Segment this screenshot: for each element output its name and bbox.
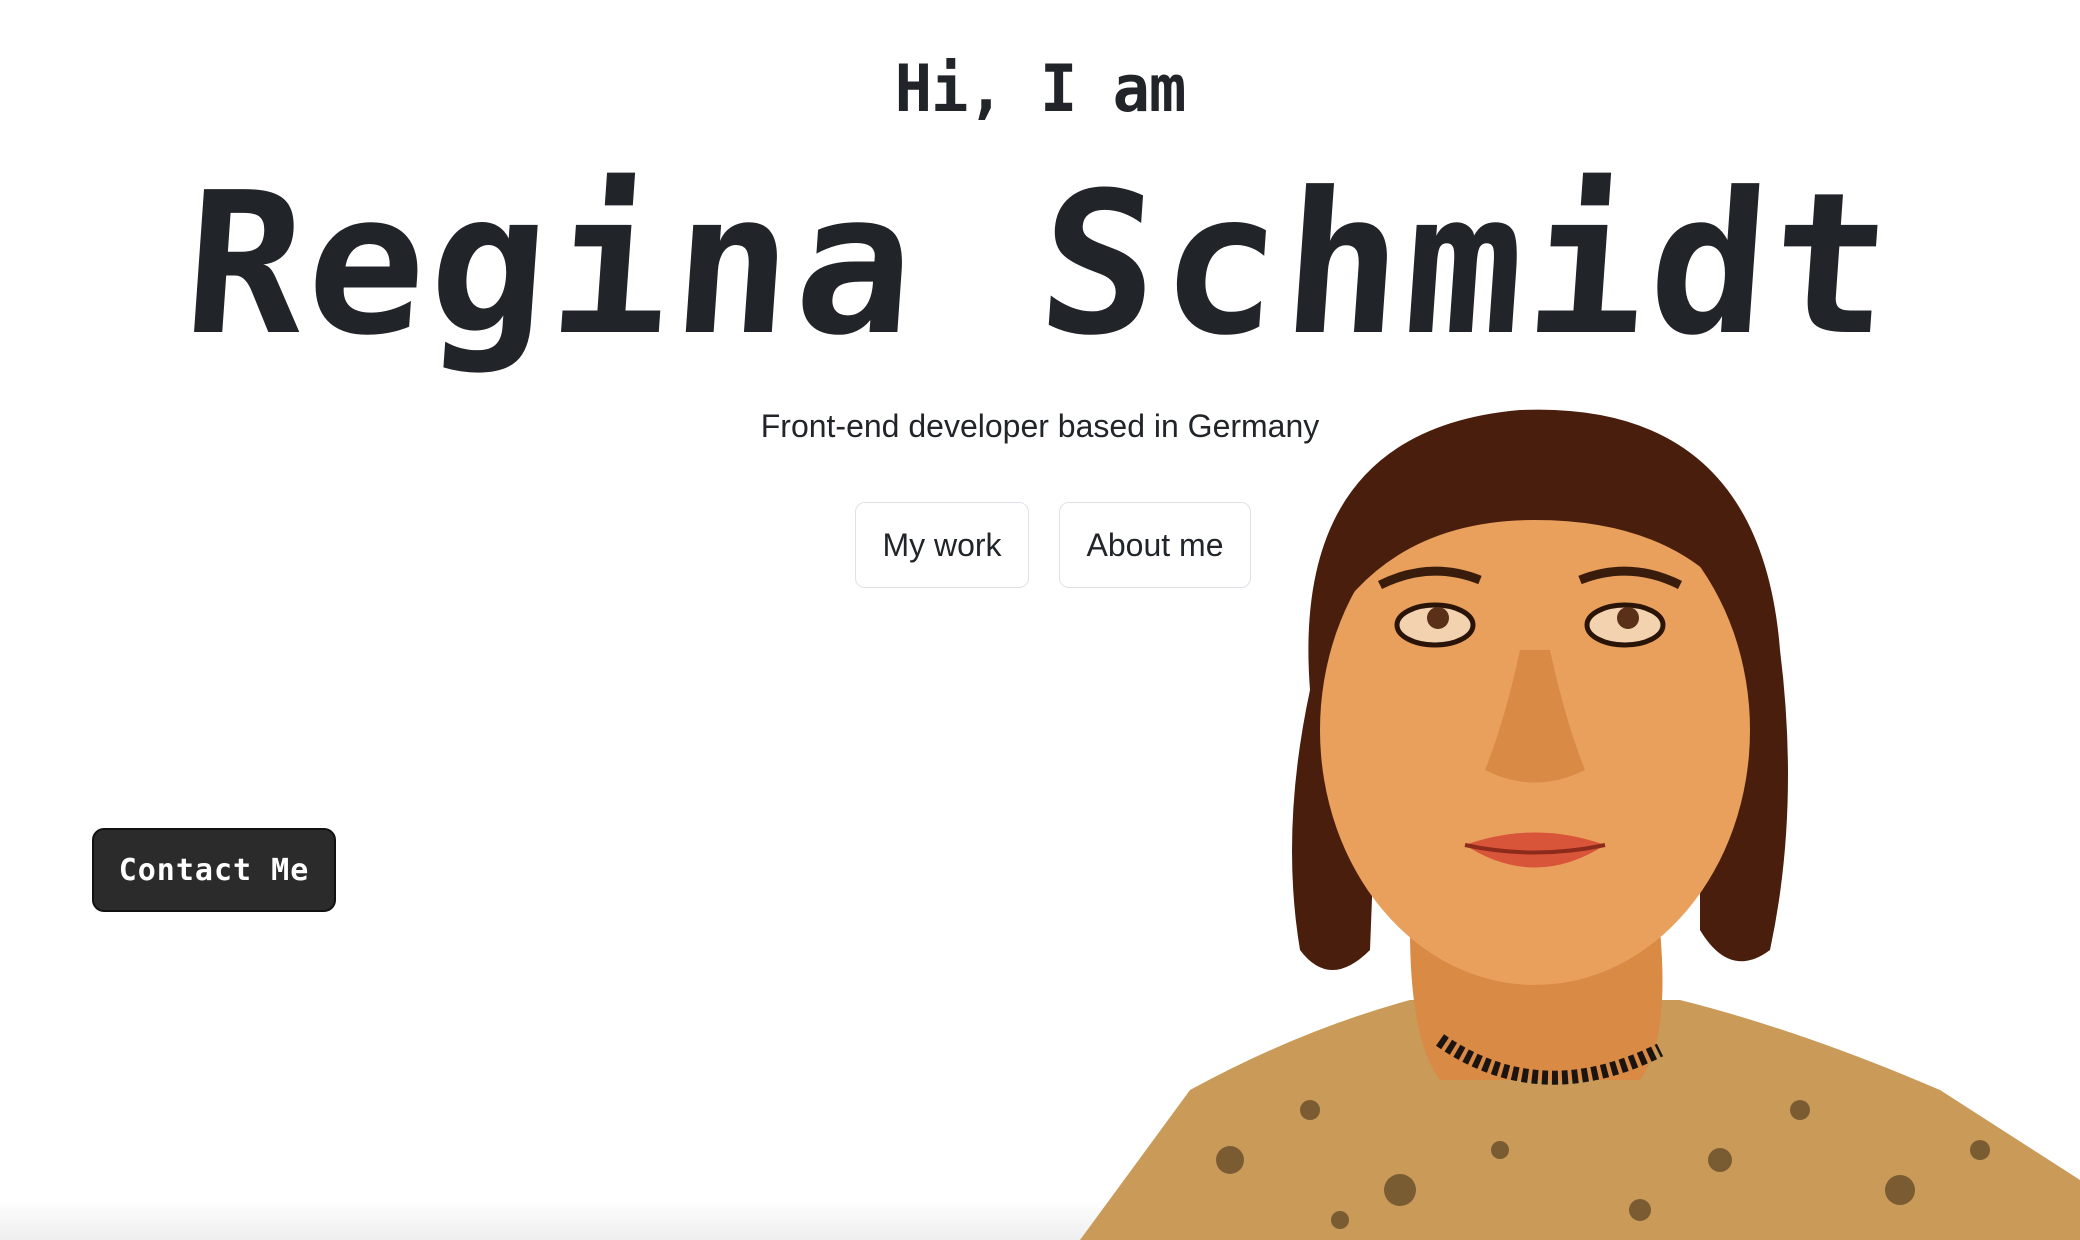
my-work-button[interactable]: My work bbox=[855, 502, 1029, 588]
right-iris bbox=[1617, 607, 1639, 629]
greeting-text: Hi, I am bbox=[894, 50, 1187, 127]
hero-section: Hi, I am Regina Schmidt Front-end develo… bbox=[0, 0, 2080, 1240]
left-iris bbox=[1427, 607, 1449, 629]
contact-me-button[interactable]: Contact Me bbox=[92, 828, 336, 912]
portrait-image bbox=[1080, 409, 2080, 1240]
hero-name: Regina Schmidt bbox=[178, 151, 1902, 379]
